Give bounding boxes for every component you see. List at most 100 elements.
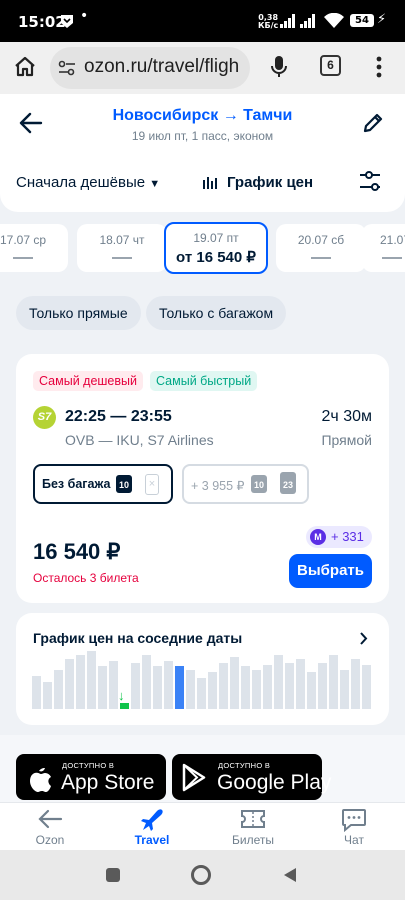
site-settings-icon[interactable] [58,60,76,76]
date-tab-selected[interactable]: 19.07 пт от 16 540 ₽ [164,222,268,274]
shield-notification-icon [61,15,73,28]
home-icon[interactable] [13,55,37,79]
price-bar[interactable] [241,666,250,709]
price-bar[interactable] [351,659,360,709]
nav-item-travel[interactable]: Travel [112,803,192,851]
fare-with-baggage[interactable]: + 3 955 ₽ 10 23 [182,464,309,504]
back-triangle-icon[interactable] [283,867,297,883]
nav-item-tickets[interactable]: Билеты [213,803,293,851]
google-play-badge[interactable]: ДОСТУПНО В Google Play [172,754,331,800]
route-to: Тамчи [243,107,293,124]
filter-sliders-icon[interactable] [359,170,381,192]
checked-baggage-icon: 23 [280,472,296,494]
microphone-icon[interactable] [270,55,288,79]
filter-baggage-only[interactable]: Только с багажом [146,296,287,330]
tab-switcher-button[interactable]: 6 [320,55,341,76]
chevron-down-icon: ▼ [149,178,161,190]
app-store-big-text: App Store [61,771,155,794]
price-bar[interactable] [43,682,52,709]
checked-baggage-kg: 23 [282,480,293,490]
price-bar[interactable] [120,703,129,709]
price-bar[interactable] [340,670,349,709]
price-bar[interactable] [197,678,206,709]
select-ticket-button[interactable]: Выбрать [289,554,372,588]
charging-icon: ⚡ [377,12,387,27]
net-speed: 0,38 КБ/с [258,14,278,30]
no-baggage-icon: × [145,474,159,495]
edit-pencil-icon[interactable] [362,112,384,134]
date-tab-price: от 16 540 ₽ [176,249,256,266]
url-text[interactable]: ozon.ru/travel/fligh [84,56,250,78]
price-bar[interactable] [296,659,305,709]
recents-icon[interactable] [106,868,120,882]
date-tab[interactable]: 17.07 ср [0,224,68,272]
route-title[interactable]: Новосибирск → Тамчи [0,107,405,125]
google-play-big-text: Google Play [217,771,332,794]
hand-luggage-icon: 10 [251,475,267,493]
hand-luggage-icon: 10 [116,475,132,493]
price-bar[interactable] [285,663,294,709]
date-tab-date: 20.07 сб [297,233,345,247]
price-bar[interactable] [164,661,173,709]
price-graph-button[interactable]: График цен [227,174,313,191]
signal-icon-2 [300,14,315,28]
filter-direct-only[interactable]: Только прямые [16,296,141,330]
price-graph-card[interactable]: График цен на соседние даты ↓ [16,613,389,725]
date-tab-date: 17.07 ср [0,233,47,247]
price-bar[interactable] [142,655,151,709]
status-bar: 15:02 • 0,38 КБ/с 54 ⚡ [0,0,405,42]
price-bar[interactable] [153,666,162,709]
price-bar[interactable] [263,665,272,709]
search-header: Новосибирск → Тамчи 19 июл пт, 1 пасс, э… [0,94,405,212]
more-menu-icon[interactable] [376,56,382,78]
price-bar[interactable] [32,676,41,709]
nav-item-ozon[interactable]: Ozon [10,803,90,851]
nav-label: Билеты [232,833,274,847]
price-bar[interactable] [175,666,184,709]
date-tab[interactable]: 20.07 сб [276,224,366,272]
wifi-icon [324,13,344,28]
price-bar[interactable] [362,665,371,709]
no-price-dash [311,257,331,259]
back-arrow-icon [38,809,63,829]
price-bar[interactable] [54,670,63,709]
flight-duration: 2ч 30м [321,408,372,425]
price-bar[interactable] [307,672,316,709]
price-bar[interactable] [318,663,327,709]
battery-level: 54 [355,15,369,26]
price-bar[interactable] [186,670,195,709]
tag-cheapest: Самый дешевый [33,371,143,391]
price-bar[interactable] [329,655,338,709]
bottom-nav: Ozon Travel Билеты Чат [0,802,405,850]
app-store-small-text: ДОСТУПНО В [62,761,115,770]
bonus-points: + 331 [331,529,364,544]
price-bar[interactable] [274,655,283,709]
price-bar[interactable] [87,651,96,709]
notification-dot-icon: • [80,8,89,24]
price-bar[interactable] [219,663,228,709]
nav-label: Чат [344,833,364,847]
lowest-price-arrow-icon: ↓ [118,688,125,703]
ticket-card[interactable]: Самый дешевый Самый быстрый S7 22:25 — 2… [16,354,389,603]
price-bar[interactable] [76,655,85,709]
date-tab[interactable]: 18.07 чт [77,224,167,272]
search-params: 19 июл пт, 1 пасс, эконом [131,129,274,143]
chevron-right-icon[interactable] [359,632,368,645]
date-tab[interactable]: 21.07 [362,224,405,272]
price-bar[interactable] [208,672,217,709]
route-arrow: → [222,107,239,124]
price-bar[interactable] [230,657,239,709]
sort-dropdown[interactable]: Сначала дешёвые ▼ [16,174,160,191]
price-bar[interactable] [65,659,74,709]
fare-no-baggage-label: Без багажа [42,477,111,491]
price-bar[interactable] [131,663,140,709]
app-store-badge[interactable]: ДОСТУПНО В App Store [16,754,166,800]
home-nav-icon[interactable] [191,865,211,885]
bar-chart-icon[interactable] [203,175,219,189]
nav-item-chat[interactable]: Чат [314,803,394,851]
price-bar[interactable] [98,666,107,709]
price-bar[interactable] [252,670,261,709]
price-bar[interactable] [109,661,118,709]
airline-logo: S7 [33,406,56,429]
fare-no-baggage[interactable]: Без багажа 10 × [33,464,173,504]
